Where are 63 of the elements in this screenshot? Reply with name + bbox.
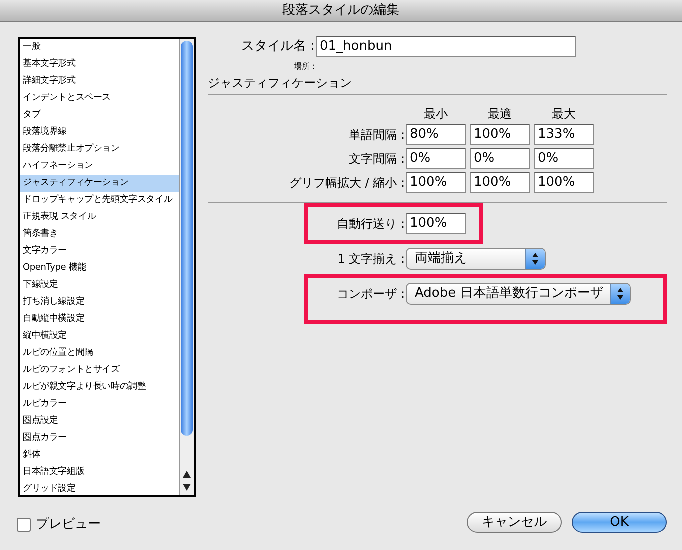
list-item[interactable]: ハイフネーション <box>20 158 179 175</box>
list-item[interactable]: 縦中横設定 <box>20 328 179 345</box>
stepper-icon <box>525 249 545 269</box>
dropdown[interactable]: Adobe 日本語単数行コンポーザ <box>406 283 631 305</box>
scroll-thumb[interactable] <box>181 41 193 436</box>
column-header: 最適 <box>487 106 513 123</box>
list-item[interactable]: OpenType 機能 <box>20 260 179 277</box>
location-label: 場所 : <box>294 61 316 73</box>
list-item[interactable]: 下線設定 <box>20 277 179 294</box>
row-label: 単語間隔 : <box>348 126 406 144</box>
text-field[interactable]: 80% <box>406 124 466 145</box>
text-field[interactable]: 100% <box>406 213 466 234</box>
dropdown[interactable]: 両端揃え <box>406 248 546 270</box>
scroll-down-icon[interactable] <box>183 484 191 491</box>
text-field[interactable]: 100% <box>406 172 466 193</box>
preview-label: プレビュー <box>36 516 101 534</box>
list-item[interactable]: 正規表現 スタイル <box>20 209 179 226</box>
option-label: 1 文字揃え : <box>336 251 406 268</box>
list-item[interactable]: 斜体 <box>20 447 179 464</box>
window-title: 段落スタイルの編集 <box>282 2 400 20</box>
text-field[interactable]: 0% <box>534 148 594 169</box>
column-header: 最大 <box>551 106 577 123</box>
text-field[interactable]: 133% <box>534 124 594 145</box>
list-item[interactable]: 打ち消し線設定 <box>20 294 179 311</box>
list-item[interactable]: 基本文字形式 <box>20 56 179 73</box>
option-label: コンポーザ : <box>336 286 406 303</box>
row-label: 文字間隔 : <box>348 150 406 168</box>
list-item[interactable]: 箇条書き <box>20 226 179 243</box>
list-item[interactable]: タブ <box>20 107 179 124</box>
list-item[interactable]: ジャスティフィケーション <box>20 175 179 192</box>
style-name-label: スタイル名 : <box>240 38 316 56</box>
ok-button[interactable]: OK <box>572 512 667 533</box>
option-label: 自動行送り : <box>336 216 406 232</box>
list-item[interactable]: ドロップキャップと先頭文字スタイル <box>20 192 179 209</box>
text-field[interactable]: 100% <box>534 172 594 193</box>
list-item[interactable]: 圏点設定 <box>20 413 179 430</box>
cancel-button[interactable]: キャンセル <box>467 512 562 533</box>
list-item[interactable]: ルビのフォントとサイズ <box>20 362 179 379</box>
text-field[interactable]: 0% <box>406 148 466 169</box>
row-label: グリフ幅拡大 / 縮小 : <box>288 174 406 192</box>
list-item[interactable]: 文字カラー <box>20 243 179 260</box>
list-item[interactable]: 段落分離禁止オプション <box>20 141 179 158</box>
text-field[interactable]: 100% <box>470 172 530 193</box>
list-item[interactable]: ルビが親文字より長い時の調整 <box>20 379 179 396</box>
list-item[interactable]: 段落境界線 <box>20 124 179 141</box>
text-field[interactable]: 0% <box>470 148 530 169</box>
text-field[interactable]: 100% <box>470 124 530 145</box>
section-heading: ジャスティフィケーション <box>208 74 667 95</box>
column-header: 最小 <box>423 106 449 123</box>
stepper-icon <box>610 284 630 304</box>
list-item[interactable]: インデントとスペース <box>20 90 179 107</box>
list-item[interactable]: 詳細文字形式 <box>20 73 179 90</box>
list-item[interactable]: ルビの位置と間隔 <box>20 345 179 362</box>
list-item[interactable]: 一般 <box>20 39 179 56</box>
list-item[interactable]: 自動縦中横設定 <box>20 311 179 328</box>
scroll-up-icon[interactable] <box>183 471 191 478</box>
list-item[interactable]: ルビカラー <box>20 396 179 413</box>
text-field[interactable]: 01_honbun <box>316 36 576 57</box>
list-item[interactable]: グリッド設定 <box>20 481 179 495</box>
scrollbar[interactable] <box>179 39 194 495</box>
preview-checkbox[interactable] <box>17 518 31 532</box>
list-item[interactable]: 日本語文字組版 <box>20 464 179 481</box>
list-item[interactable]: 圏点カラー <box>20 430 179 447</box>
